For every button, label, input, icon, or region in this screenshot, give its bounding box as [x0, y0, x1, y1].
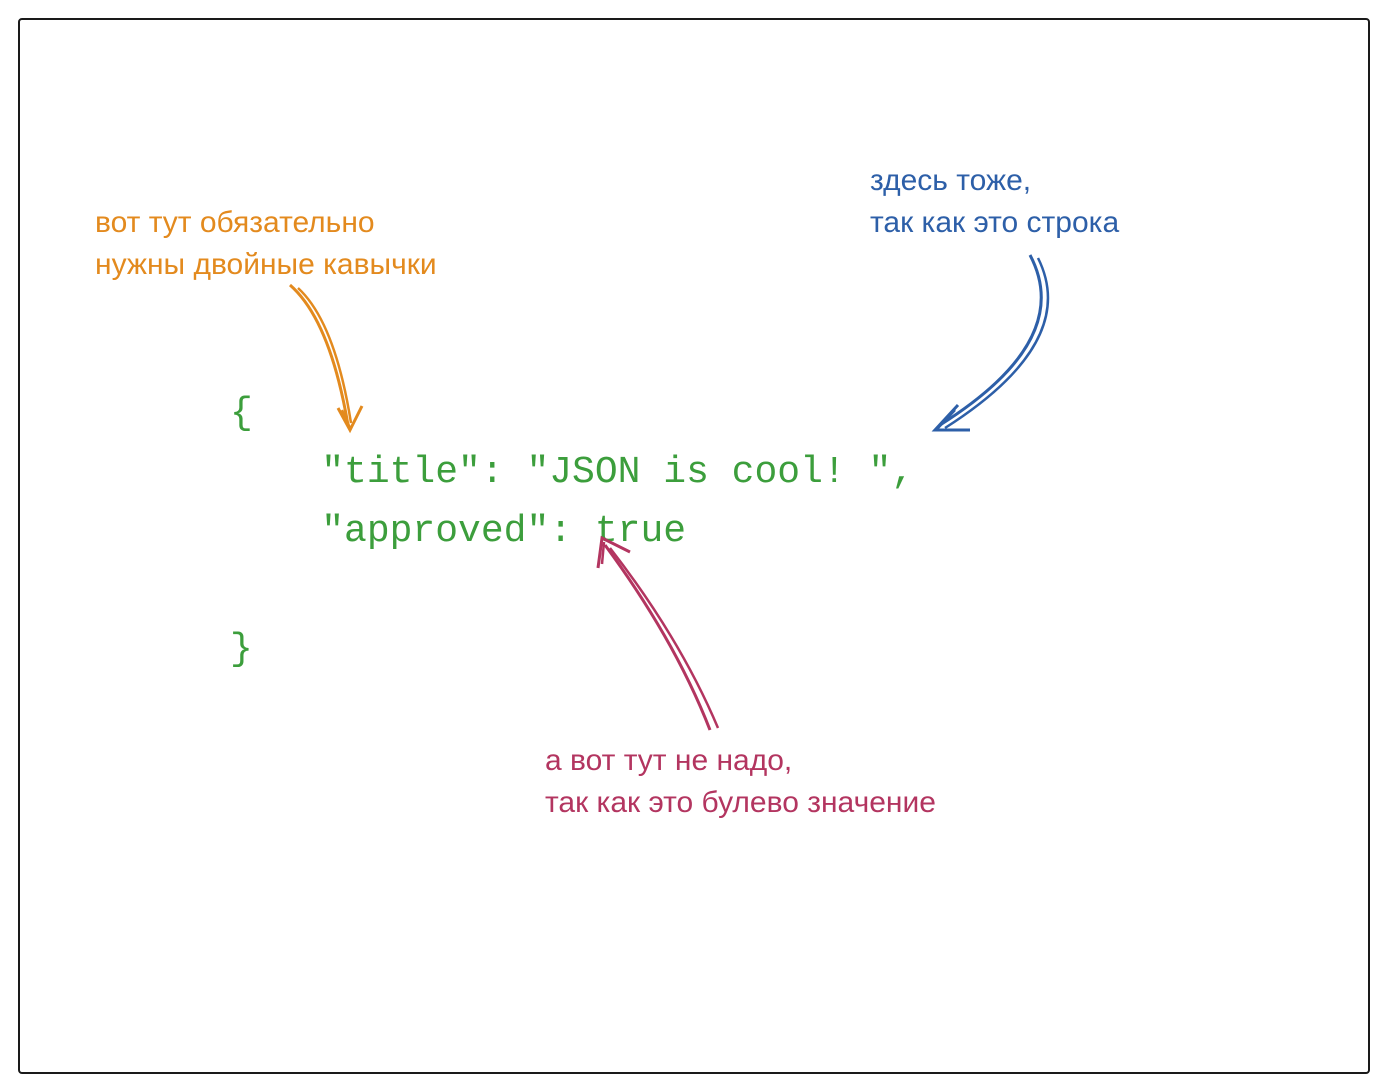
annotation-line: здесь тоже,	[870, 164, 1031, 197]
json-code-block: { "title": "JSON is cool! ", "approved":…	[230, 385, 914, 679]
code-brace-open: {	[230, 392, 253, 435]
annotation-line: так как это строка	[870, 206, 1119, 239]
code-brace-close: }	[230, 628, 253, 671]
arrow-blue-icon	[900, 250, 1120, 450]
code-line-title: "title": "JSON is cool! ",	[230, 451, 914, 494]
code-line-approved: "approved": true	[230, 510, 686, 553]
annotation-boolean-no-quotes: а вот тут не надо, так как это булево зн…	[545, 740, 936, 824]
diagram-frame: вот тут обязательно нужны двойные кавычк…	[18, 18, 1370, 1074]
annotation-line: вот тут обязательно	[95, 206, 375, 239]
annotation-line: так как это булево значение	[545, 786, 936, 819]
annotation-string-quotes: здесь тоже, так как это строка	[870, 160, 1119, 244]
annotation-key-quotes: вот тут обязательно нужны двойные кавычк…	[95, 202, 437, 286]
annotation-line: нужны двойные кавычки	[95, 248, 437, 281]
annotation-line: а вот тут не надо,	[545, 744, 792, 777]
